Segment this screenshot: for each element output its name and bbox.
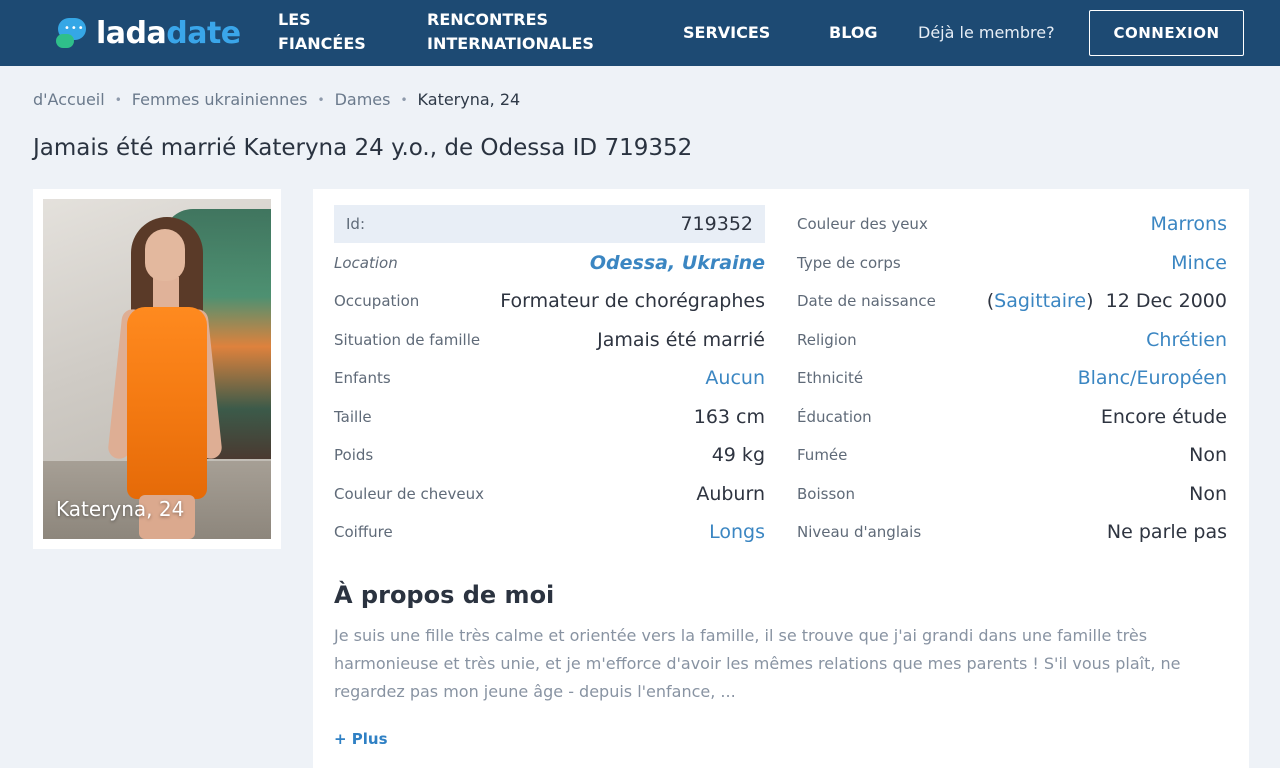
profile-photo-card[interactable]: Kateryna, 24	[33, 189, 281, 549]
logo-text-part1: lada	[96, 15, 167, 51]
already-member-text: Déjà le membre?	[918, 23, 1055, 42]
breadcrumb-ukrainian-women[interactable]: Femmes ukrainiennes	[132, 90, 308, 109]
ethnicity-link[interactable]: Blanc/Européen	[1078, 367, 1227, 389]
breadcrumb-separator: •	[400, 92, 408, 107]
about-me-text: Je suis une fille très calme et orientée…	[334, 626, 1181, 701]
nav-services[interactable]: Services	[683, 21, 770, 45]
nav-international-line1: Rencontres	[427, 10, 549, 29]
row-value: Jamais été marrié	[597, 329, 765, 351]
profile-row-marital-status: Situation de famille Jamais été marrié	[334, 321, 765, 359]
profile-row-height: Taille 163 cm	[334, 398, 765, 436]
row-label: Fumée	[797, 446, 848, 464]
children-link[interactable]: Aucun	[705, 367, 765, 389]
row-value: 163 cm	[693, 406, 765, 428]
nav-fiancees-line2: fiancées	[278, 34, 366, 53]
nav-international-line2: internationales	[427, 34, 594, 53]
profile-row-occupation: Occupation Formateur de chorégraphes	[334, 282, 765, 320]
breadcrumb-separator: •	[317, 92, 325, 107]
profile-row-smoking: Fumée Non	[797, 436, 1227, 474]
row-label: Type de corps	[797, 254, 901, 272]
location-link[interactable]: Odessa, Ukraine	[590, 252, 765, 274]
row-value: Auburn	[696, 483, 765, 505]
profile-row-drinking: Boisson Non	[797, 475, 1227, 513]
site-logo[interactable]: ••• ladadate	[56, 14, 241, 52]
profile-row-body-type: Type de corps Mince	[797, 244, 1227, 282]
row-value: Ne parle pas	[1106, 521, 1227, 543]
page-title: Jamais été marrié Kateryna 24 y.o., de O…	[33, 135, 693, 161]
row-label: Couleur de cheveux	[334, 485, 484, 503]
top-navigation-bar: ••• ladadate Les fiancées Rencontres int…	[0, 0, 1280, 66]
profile-row-hair-color: Couleur de cheveux Auburn	[334, 475, 765, 513]
religion-link[interactable]: Chrétien	[1146, 329, 1227, 351]
about-me-heading: À propos de moi	[334, 581, 555, 609]
row-label: Boisson	[797, 485, 855, 503]
login-button[interactable]: CONNEXION	[1089, 10, 1244, 56]
profile-row-education: Éducation Encore étude	[797, 398, 1227, 436]
row-label: Ethnicité	[797, 369, 864, 387]
row-value: Formateur de chorégraphes	[500, 290, 765, 312]
breadcrumb-ladies[interactable]: Dames	[335, 90, 391, 109]
nav-fiancees[interactable]: Les fiancées	[278, 8, 366, 56]
row-value: Non	[1189, 444, 1227, 466]
profile-row-hairstyle: Coiffure Longs	[334, 513, 765, 551]
breadcrumb-current: Kateryna, 24	[417, 90, 521, 109]
row-label: Couleur des yeux	[797, 215, 928, 233]
row-label: Éducation	[797, 408, 872, 426]
row-label: Location	[334, 254, 398, 272]
profile-row-id: Id: 719352	[334, 205, 765, 243]
nav-blog[interactable]: Blog	[829, 21, 878, 45]
body-type-link[interactable]: Mince	[1171, 252, 1227, 274]
profile-row-birth-date: Date de naissance (Sagittaire) 12 Dec 20…	[797, 282, 1227, 320]
profile-row-ethnicity: Ethnicité Blanc/Européen	[797, 359, 1227, 397]
row-label: Coiffure	[334, 523, 393, 541]
row-label: Enfants	[334, 369, 391, 387]
profile-row-children: Enfants Aucun	[334, 359, 765, 397]
row-label: Occupation	[334, 292, 420, 310]
hairstyle-link[interactable]: Longs	[709, 521, 765, 543]
row-value: 49 kg	[711, 444, 765, 466]
breadcrumb-separator: •	[114, 92, 122, 107]
row-value: (Sagittaire) 12 Dec 2000	[986, 290, 1227, 312]
row-label: Date de naissance	[797, 292, 936, 310]
read-more-link[interactable]: + Plus	[334, 730, 388, 748]
profile-row-eye-color: Couleur des yeux Marrons	[797, 205, 1227, 243]
profile-photo[interactable]: Kateryna, 24	[43, 199, 271, 539]
profile-row-religion: Religion Chrétien	[797, 321, 1227, 359]
profile-row-weight: Poids 49 kg	[334, 436, 765, 474]
zodiac-link[interactable]: Sagittaire	[994, 290, 1086, 312]
photo-caption: Kateryna, 24	[56, 497, 185, 521]
nav-fiancees-line1: Les	[278, 10, 311, 29]
profile-details-panel: Id: 719352 Location Odessa, Ukraine Occu…	[313, 189, 1249, 768]
birth-date-value: 12 Dec 2000	[1105, 290, 1227, 312]
nav-international-dating[interactable]: Rencontres internationales	[427, 8, 594, 56]
row-value: Encore étude	[1100, 406, 1227, 428]
row-label: Religion	[797, 331, 857, 349]
eye-color-link[interactable]: Marrons	[1151, 213, 1227, 235]
breadcrumb-home[interactable]: d'Accueil	[33, 90, 105, 109]
row-value: 719352	[680, 213, 753, 235]
row-label: Taille	[334, 408, 372, 426]
profile-row-english-level: Niveau d'anglais Ne parle pas	[797, 513, 1227, 551]
row-label: Situation de famille	[334, 331, 481, 349]
breadcrumb: d'Accueil • Femmes ukrainiennes • Dames …	[33, 90, 520, 109]
profile-row-location: Location Odessa, Ukraine	[334, 244, 765, 282]
row-value: Non	[1189, 483, 1227, 505]
row-label: Niveau d'anglais	[797, 523, 922, 541]
row-label: Id:	[346, 215, 365, 233]
logo-wordmark: ladadate	[96, 16, 241, 51]
chat-bubble-icon: •••	[56, 16, 90, 50]
row-label: Poids	[334, 446, 374, 464]
logo-text-part2: date	[166, 15, 241, 51]
